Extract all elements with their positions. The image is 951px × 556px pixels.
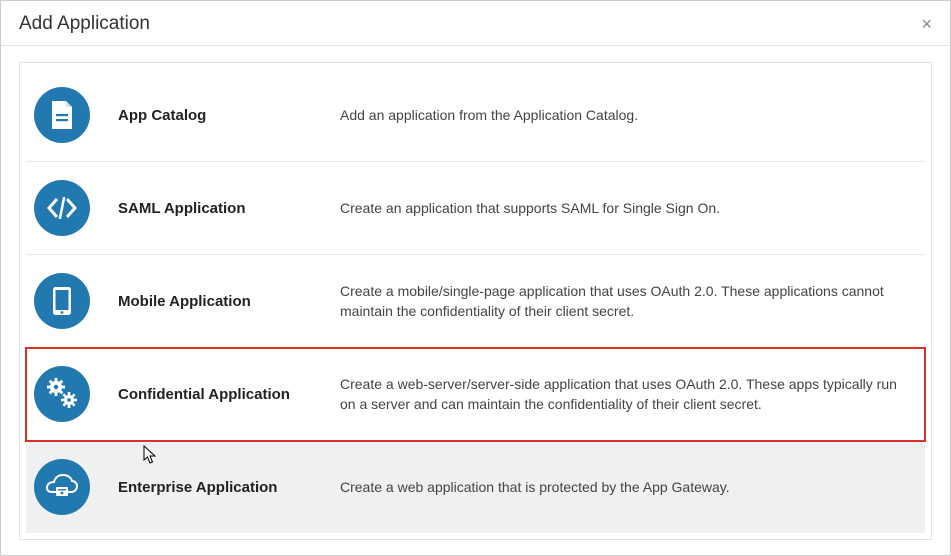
option-confidential-application[interactable]: Confidential Application Create a web-se… (26, 348, 925, 441)
dialog-title: Add Application (19, 13, 150, 35)
option-label-col: Mobile Application (110, 293, 340, 310)
option-enterprise-application[interactable]: Enterprise Application Create a web appl… (26, 441, 925, 533)
option-label: App Catalog (118, 107, 206, 124)
option-label: SAML Application (118, 200, 246, 217)
option-app-catalog[interactable]: App Catalog Add an application from the … (26, 69, 925, 162)
option-description: Create a mobile/single-page application … (340, 281, 913, 322)
option-label-col: SAML Application (110, 200, 340, 217)
option-label: Enterprise Application (118, 479, 277, 496)
dialog-content: App Catalog Add an application from the … (1, 46, 950, 556)
document-icon (34, 87, 90, 143)
code-icon (34, 180, 90, 236)
option-label: Confidential Application (118, 386, 290, 403)
option-description: Create an application that supports SAML… (340, 198, 913, 218)
close-icon[interactable]: × (917, 13, 936, 35)
options-panel: App Catalog Add an application from the … (19, 62, 932, 540)
option-description: Add an application from the Application … (340, 105, 913, 125)
cloud-icon (34, 459, 90, 515)
tablet-icon (34, 273, 90, 329)
option-description: Create a web application that is protect… (340, 477, 913, 497)
dialog-header: Add Application × (1, 1, 950, 46)
add-application-dialog: Add Application × App Catalog Add an app… (0, 0, 951, 556)
option-mobile-application[interactable]: Mobile Application Create a mobile/singl… (26, 255, 925, 348)
option-label-col: Confidential Application (110, 386, 340, 403)
option-label: Mobile Application (118, 293, 251, 310)
gears-icon (34, 366, 90, 422)
option-label-col: Enterprise Application (110, 479, 340, 496)
option-saml-application[interactable]: SAML Application Create an application t… (26, 162, 925, 255)
option-description: Create a web-server/server-side applicat… (340, 374, 913, 415)
option-label-col: App Catalog (110, 107, 340, 124)
